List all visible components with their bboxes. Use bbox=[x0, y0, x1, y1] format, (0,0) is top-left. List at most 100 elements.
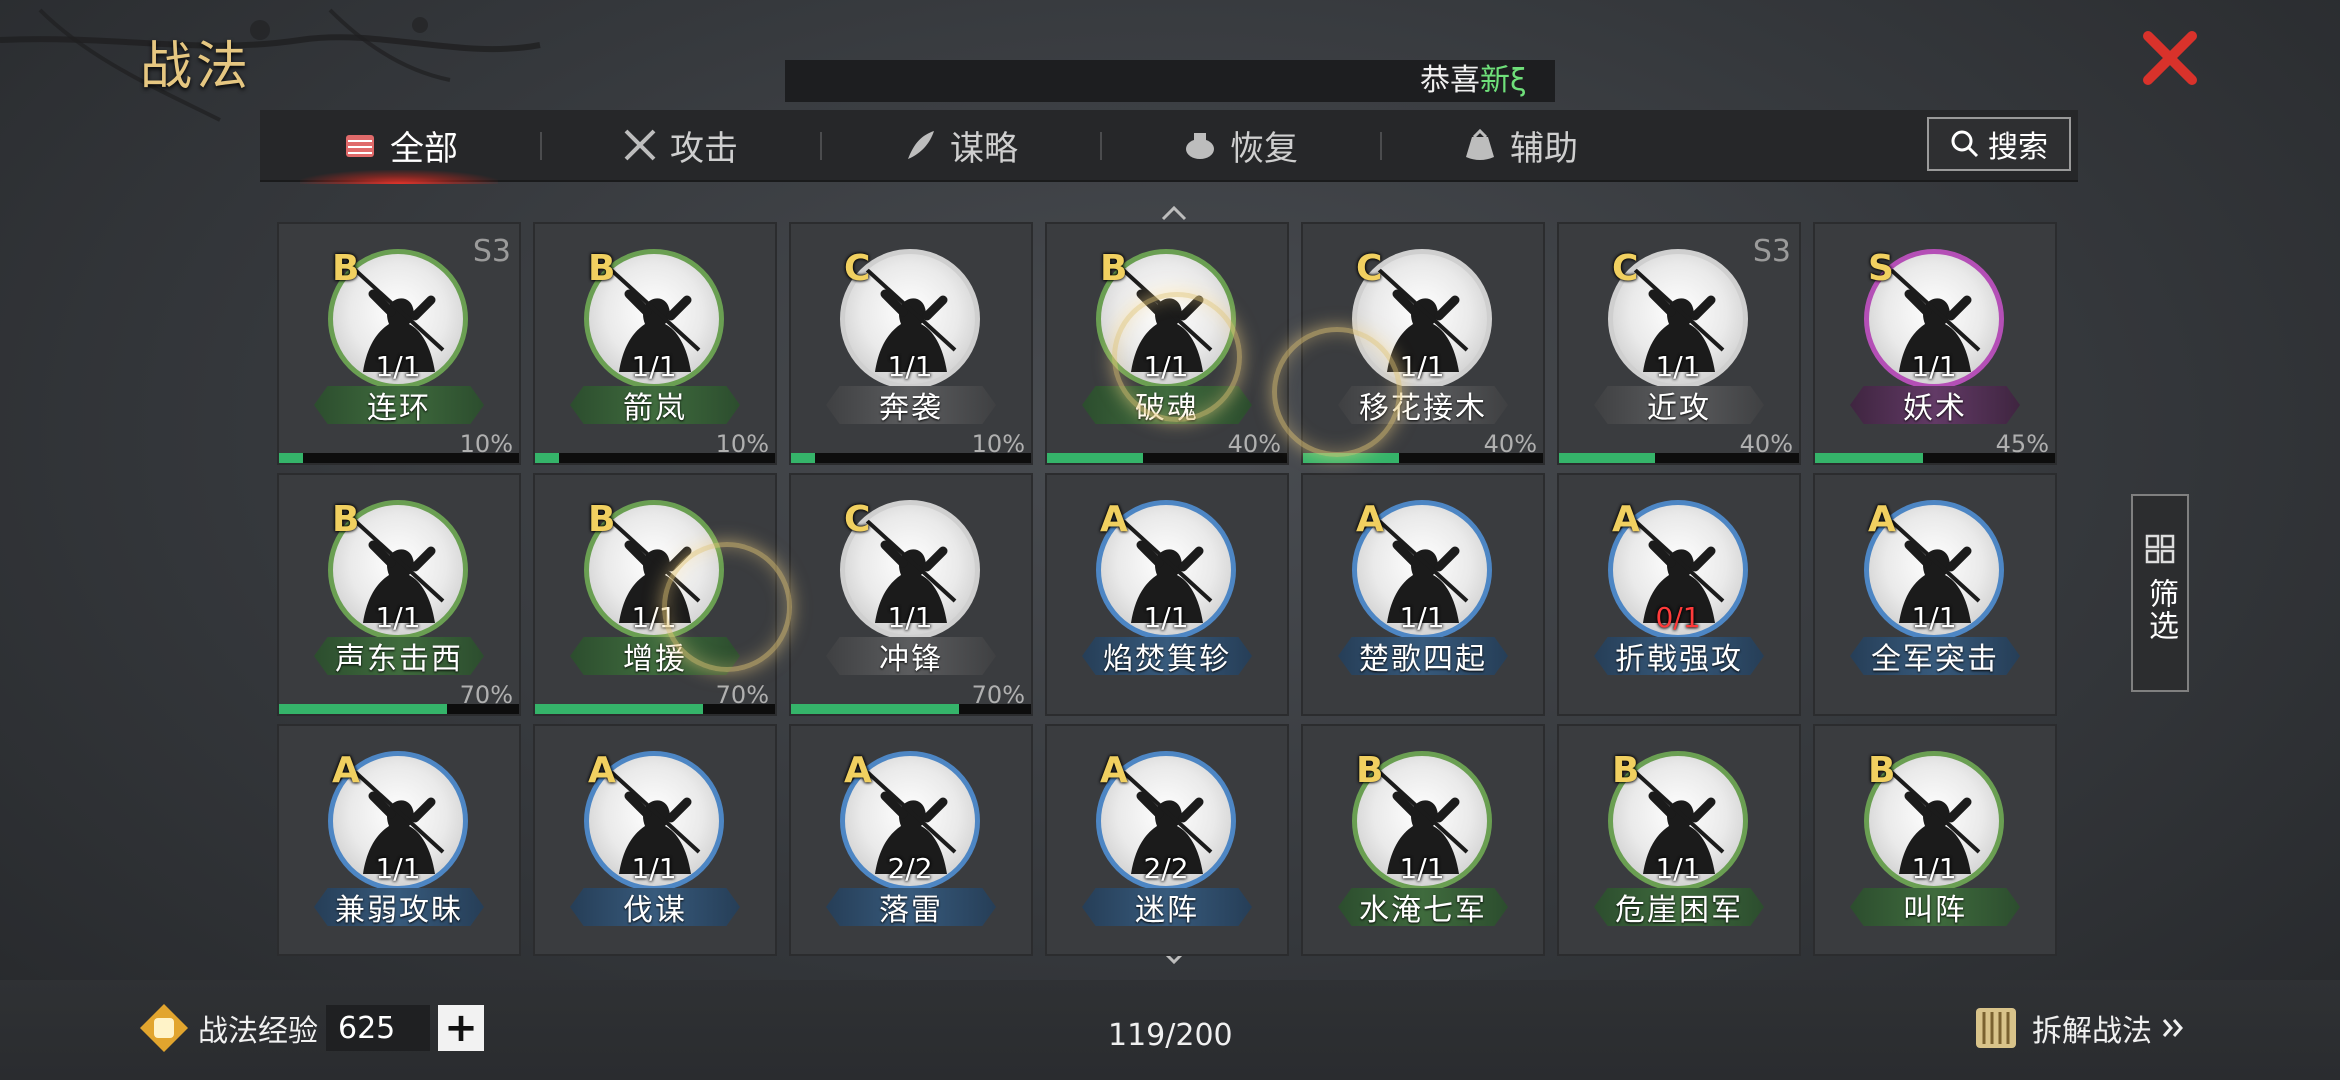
tactic-card[interactable]: 1/1 C 冲锋 70% bbox=[789, 473, 1033, 716]
scroll-bundle-icon bbox=[340, 125, 380, 165]
grade-badge: S bbox=[1868, 248, 1894, 289]
footer-bar: 战法经验 625 + 119/200 拆解战法 bbox=[0, 980, 2340, 1080]
tactic-name: 箭岚 bbox=[570, 386, 740, 424]
scroll-up-icon[interactable] bbox=[1160, 204, 1188, 222]
progress-fill bbox=[791, 704, 959, 714]
tactic-count: 2/2 bbox=[1143, 852, 1189, 885]
tactic-card[interactable]: 1/1 B 叫阵 bbox=[1813, 724, 2057, 956]
grade-badge: A bbox=[1612, 499, 1640, 540]
search-button[interactable]: 搜索 bbox=[1927, 117, 2071, 171]
tactic-count: 1/1 bbox=[375, 601, 421, 634]
tactic-card[interactable]: 1/1 S 妖术 45% bbox=[1813, 222, 2057, 465]
tactic-card[interactable]: 1/1 C 奔袭 10% bbox=[789, 222, 1033, 465]
progress-bar bbox=[791, 453, 1031, 463]
grade-badge: A bbox=[844, 750, 872, 791]
tab-separator bbox=[540, 132, 542, 160]
grade-badge: B bbox=[1100, 248, 1128, 289]
tab-recovery[interactable]: 恢复 bbox=[1180, 110, 1298, 180]
tactic-card[interactable]: 1/1 A 全军突击 bbox=[1813, 473, 2057, 716]
category-tabbar: 全部 攻击 谋略 恢复 辅助 搜索 bbox=[260, 110, 2078, 184]
feather-hand-icon bbox=[900, 125, 940, 165]
tactic-card[interactable]: 1/1 A 焰焚箕轸 bbox=[1045, 473, 1289, 716]
progress-bar bbox=[791, 704, 1031, 714]
grade-badge: A bbox=[332, 750, 360, 791]
tactic-card[interactable]: 0/1 A 折戟强攻 bbox=[1557, 473, 1801, 716]
add-exp-button[interactable]: + bbox=[438, 1005, 484, 1051]
grade-badge: C bbox=[844, 499, 871, 540]
tactic-card[interactable]: 1/1 B 水淹七军 bbox=[1301, 724, 1545, 956]
progress-fill bbox=[1559, 453, 1655, 463]
grade-badge: A bbox=[1868, 499, 1896, 540]
tab-separator bbox=[1100, 132, 1102, 160]
progress-bar bbox=[535, 704, 775, 714]
filter-button[interactable]: 筛选 bbox=[2131, 494, 2189, 692]
tactic-card[interactable]: 1/1 B 声东击西 70% bbox=[277, 473, 521, 716]
tactic-card[interactable]: 2/2 A 落雷 bbox=[789, 724, 1033, 956]
season-tag: S3 bbox=[472, 234, 511, 269]
tactic-name: 叫阵 bbox=[1850, 888, 2020, 926]
progress-bar bbox=[535, 453, 775, 463]
close-icon bbox=[2143, 31, 2197, 85]
tactic-name: 冲锋 bbox=[826, 637, 996, 675]
progress-bar bbox=[1559, 453, 1799, 463]
tactic-count: 1/1 bbox=[1655, 852, 1701, 885]
grade-badge: B bbox=[332, 248, 360, 289]
tactic-count: 1/1 bbox=[375, 350, 421, 383]
grade-badge: C bbox=[844, 248, 871, 289]
tactic-name: 落雷 bbox=[826, 888, 996, 926]
exp-value: 625 bbox=[326, 1005, 430, 1051]
season-tag: S3 bbox=[1752, 234, 1791, 269]
double-chevron-right-icon bbox=[2162, 1019, 2183, 1037]
sparkle-ring-effect bbox=[1272, 327, 1402, 457]
tactic-count: 1/1 bbox=[887, 601, 933, 634]
grade-badge: A bbox=[1356, 499, 1384, 540]
tactic-name: 折戟强攻 bbox=[1594, 637, 1764, 675]
tactic-count: 1/1 bbox=[375, 852, 421, 885]
grade-badge: B bbox=[1612, 750, 1640, 791]
tactic-card[interactable]: 1/1 A 兼弱攻昧 bbox=[277, 724, 521, 956]
progress-fill bbox=[535, 453, 559, 463]
tab-all[interactable]: 全部 bbox=[300, 110, 498, 184]
sparkle-ring-effect bbox=[662, 542, 792, 672]
tab-support[interactable]: 辅助 bbox=[1460, 110, 1578, 180]
tab-attack[interactable]: 攻击 bbox=[620, 110, 738, 180]
dismantle-tactics-button[interactable]: 拆解战法 bbox=[1968, 998, 2186, 1058]
tactic-count: 1/1 bbox=[1655, 350, 1701, 383]
progress-fill bbox=[1815, 453, 1923, 463]
progress-bar bbox=[279, 704, 519, 714]
tab-strategy[interactable]: 谋略 bbox=[900, 110, 1018, 180]
tactic-name: 妖术 bbox=[1850, 386, 2020, 424]
progress-fill bbox=[279, 704, 447, 714]
tactic-name: 危崖困军 bbox=[1594, 888, 1764, 926]
tactic-count: 1/1 bbox=[631, 852, 677, 885]
progress-fill bbox=[1047, 453, 1143, 463]
tactic-count: 1/1 bbox=[1911, 350, 1957, 383]
tactic-name: 楚歌四起 bbox=[1338, 637, 1508, 675]
tactic-exp: 战法经验 625 + bbox=[138, 998, 484, 1058]
tactic-name: 焰焚箕轸 bbox=[1082, 637, 1252, 675]
grade-badge: B bbox=[1868, 750, 1896, 791]
tab-separator bbox=[820, 132, 822, 160]
grade-badge: B bbox=[588, 499, 616, 540]
tactic-card[interactable]: 1/1 B 危崖困军 bbox=[1557, 724, 1801, 956]
close-button[interactable] bbox=[2140, 28, 2200, 88]
grade-badge: A bbox=[1100, 750, 1128, 791]
filter-label: 筛选 bbox=[2143, 578, 2178, 642]
tactic-count: 2/2 bbox=[887, 852, 933, 885]
tactic-name: 全军突击 bbox=[1850, 637, 2020, 675]
tactic-card[interactable]: S3 1/1 C 近攻 40% bbox=[1557, 222, 1801, 465]
tactic-card[interactable]: S3 1/1 B 连环 10% bbox=[277, 222, 521, 465]
progress-fill bbox=[791, 453, 815, 463]
pouch-icon bbox=[1460, 125, 1500, 165]
medicine-pot-icon bbox=[1180, 125, 1220, 165]
tactic-card[interactable]: 1/1 B 箭岚 10% bbox=[533, 222, 777, 465]
tactic-card[interactable]: 1/1 A 伐谋 bbox=[533, 724, 777, 956]
tactic-card[interactable]: 1/1 A 楚歌四起 bbox=[1301, 473, 1545, 716]
grade-badge: C bbox=[1356, 248, 1383, 289]
tactic-count: 1/1 bbox=[1911, 601, 1957, 634]
exp-label: 战法经验 bbox=[198, 1014, 318, 1049]
tactic-card[interactable]: 2/2 A 迷阵 bbox=[1045, 724, 1289, 956]
tab-strategy-label: 谋略 bbox=[950, 128, 1018, 169]
grade-badge: B bbox=[332, 499, 360, 540]
scroll-case-icon bbox=[1976, 1008, 2016, 1048]
